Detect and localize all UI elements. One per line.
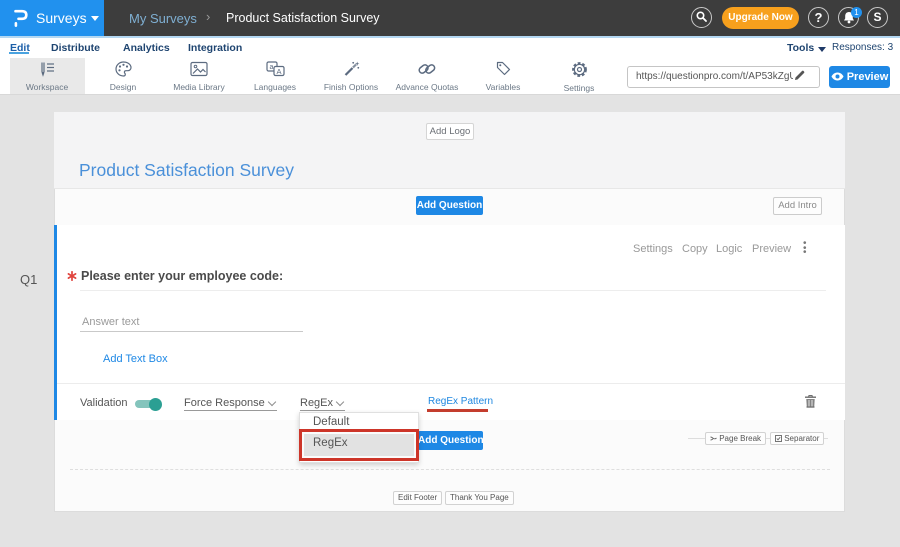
svg-text:A: A xyxy=(276,67,281,76)
svg-text:a: a xyxy=(269,64,273,71)
